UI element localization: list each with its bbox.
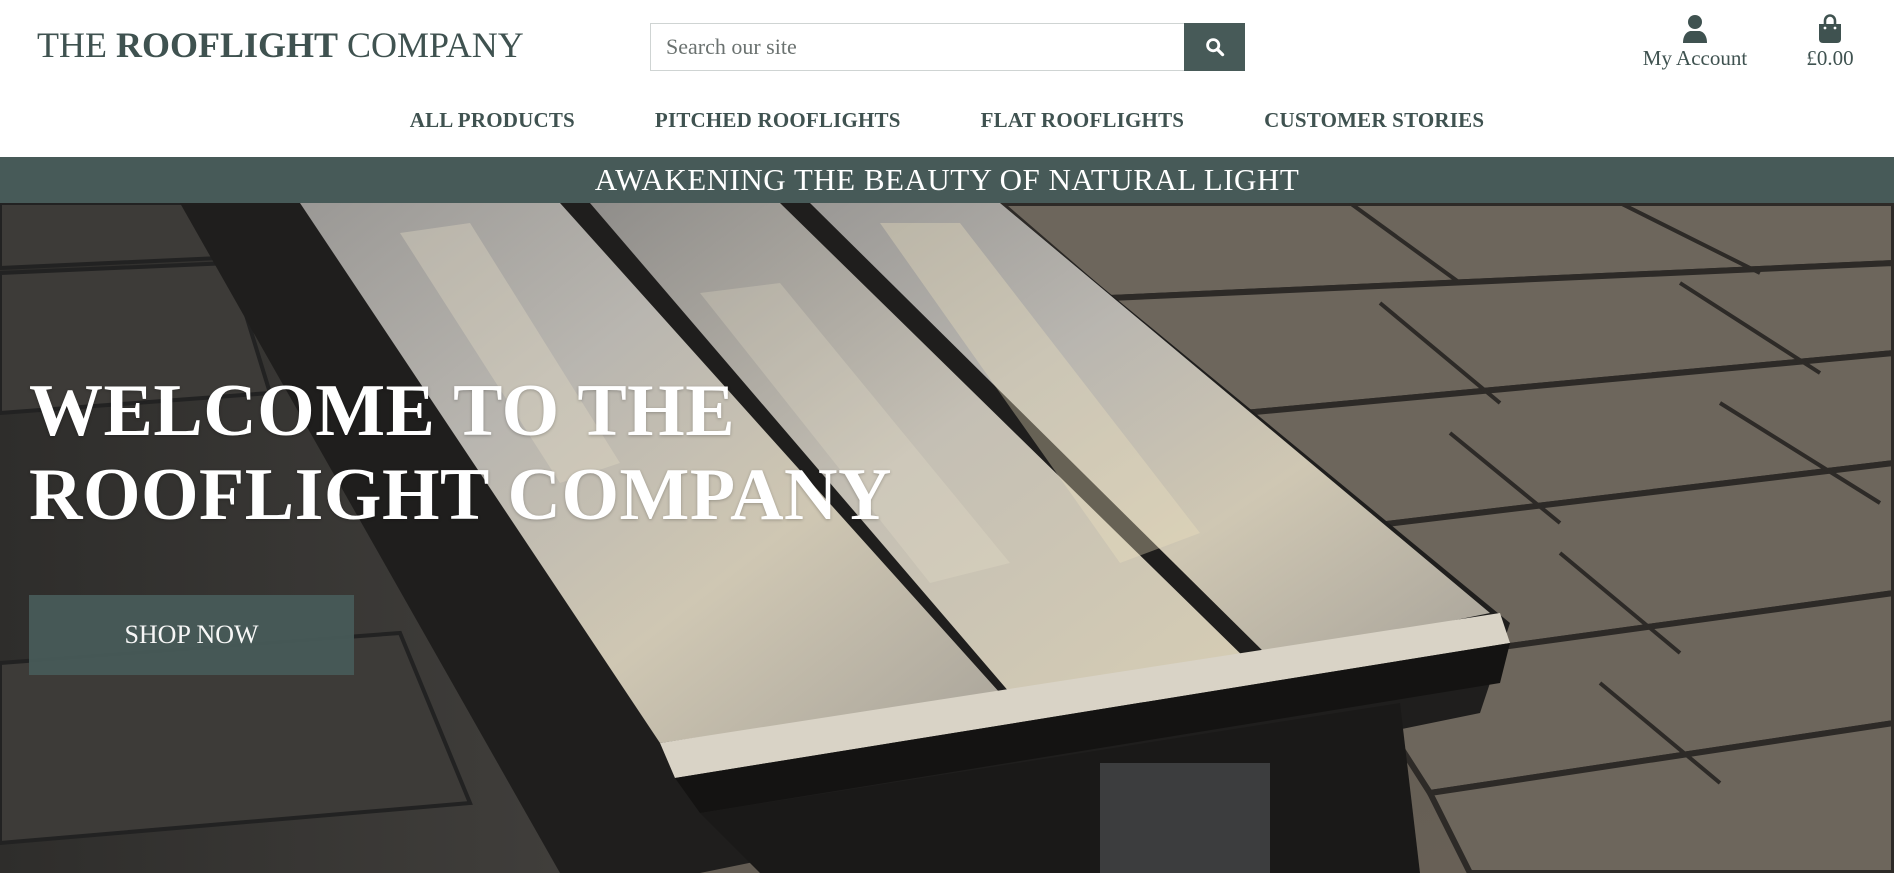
cart-link[interactable]: £0.00 (1790, 14, 1870, 71)
hero-title-line2: ROOFLIGHT COMPANY (29, 454, 892, 536)
nav-customer-stories[interactable]: CUSTOMER STORIES (1264, 108, 1484, 133)
site-header: THE ROOFLIGHT COMPANY My Account £0.00 A… (0, 0, 1894, 157)
nav-all-products[interactable]: ALL PRODUCTS (410, 108, 575, 133)
search-form (650, 23, 1245, 71)
hero-title-line1: WELCOME TO THE (29, 370, 736, 452)
search-input[interactable] (650, 23, 1184, 71)
my-account-label: My Account (1642, 46, 1748, 70)
search-button[interactable] (1184, 23, 1245, 71)
user-icon (1683, 15, 1707, 43)
main-nav: ALL PRODUCTS PITCHED ROOFLIGHTS FLAT ROO… (0, 108, 1894, 133)
logo-text-company: COMPANY (338, 25, 524, 65)
cart-total: £0.00 (1806, 46, 1854, 70)
logo-text-the: THE (37, 25, 116, 65)
banner-text: AWAKENING THE BEAUTY OF NATURAL LIGHT (594, 162, 1300, 197)
promo-banner: AWAKENING THE BEAUTY OF NATURAL LIGHT (0, 157, 1894, 203)
hero-image-rooflight-on-slate-roof (0, 203, 1894, 873)
search-icon (1205, 38, 1224, 57)
hero-title: WELCOME TO THE ROOFLIGHT COMPANY (29, 369, 892, 537)
nav-flat-rooflights[interactable]: FLAT ROOFLIGHTS (981, 108, 1185, 133)
shop-now-button[interactable]: SHOP NOW (29, 595, 354, 675)
shopping-bag-icon (1819, 14, 1841, 43)
hero-section: WELCOME TO THE ROOFLIGHT COMPANY SHOP NO… (0, 203, 1894, 873)
my-account-link[interactable]: My Account (1630, 14, 1760, 71)
site-logo[interactable]: THE ROOFLIGHT COMPANY (37, 24, 524, 66)
nav-pitched-rooflights[interactable]: PITCHED ROOFLIGHTS (655, 108, 901, 133)
logo-text-rooflight: ROOFLIGHT (115, 25, 339, 65)
